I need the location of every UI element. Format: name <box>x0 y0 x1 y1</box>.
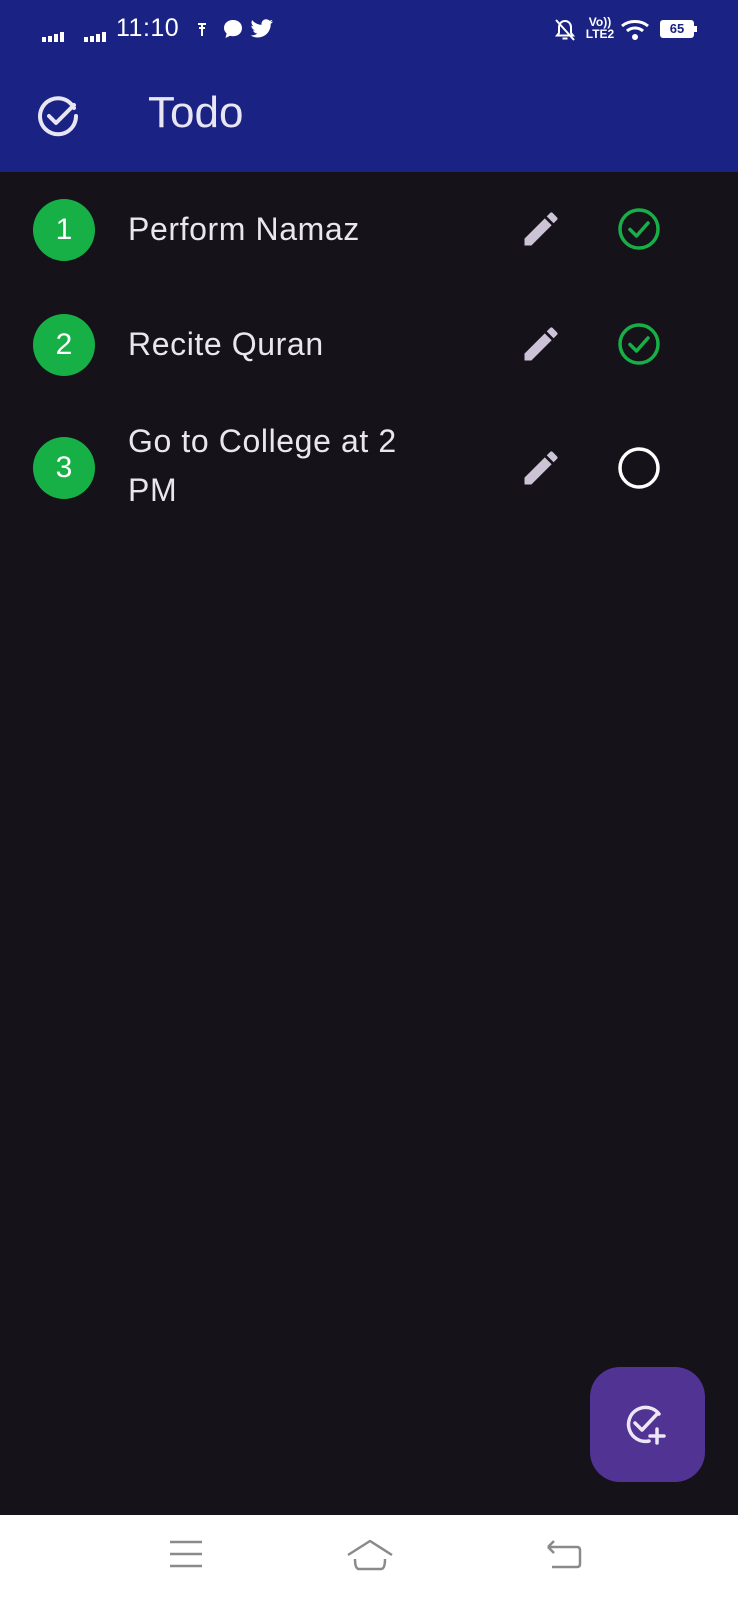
twitter-icon <box>250 19 273 38</box>
todo-item[interactable]: 2 Recite Quran <box>0 286 738 400</box>
edit-icon[interactable] <box>519 322 563 366</box>
todo-item[interactable]: 3 Go to College at 2 PM <box>0 400 738 530</box>
message-icon <box>224 20 242 38</box>
wifi-icon <box>621 20 649 40</box>
menu-icon[interactable] <box>168 1537 204 1571</box>
edit-icon[interactable] <box>519 207 563 251</box>
system-nav-bar <box>0 1515 738 1600</box>
home-icon[interactable] <box>345 1537 395 1573</box>
back-icon[interactable] <box>544 1537 584 1571</box>
edit-icon[interactable] <box>519 446 563 490</box>
status-bar: 11:10 Vo)) LTE2 65 <box>0 0 738 60</box>
page-title: Todo <box>148 88 244 137</box>
todo-number-badge: 2 <box>33 314 95 376</box>
notifications-off-icon <box>554 19 576 41</box>
usb-icon <box>198 23 206 36</box>
incomplete-circle-icon[interactable] <box>615 444 663 492</box>
completed-check-icon[interactable] <box>615 320 663 368</box>
volte-indicator: Vo)) LTE2 <box>585 15 615 41</box>
signal-icon-sim2 <box>84 24 108 42</box>
app-bar: Todo <box>0 60 738 172</box>
todo-text: Go to College at 2 PM <box>128 423 397 508</box>
signal-icon-sim1 <box>42 24 66 42</box>
status-time: 11:10 <box>116 14 180 42</box>
todo-item[interactable]: 1 Perform Namaz <box>0 172 738 286</box>
todo-text: Perform Namaz <box>128 211 360 247</box>
todo-number-badge: 1 <box>33 199 95 261</box>
add-todo-button[interactable] <box>590 1367 705 1482</box>
check-circle-icon <box>38 96 79 137</box>
completed-check-icon[interactable] <box>615 205 663 253</box>
todo-number-badge: 3 <box>33 437 95 499</box>
battery-icon: 65 <box>660 20 697 38</box>
todo-text: Recite Quran <box>128 326 324 362</box>
add-task-icon <box>626 1405 666 1445</box>
